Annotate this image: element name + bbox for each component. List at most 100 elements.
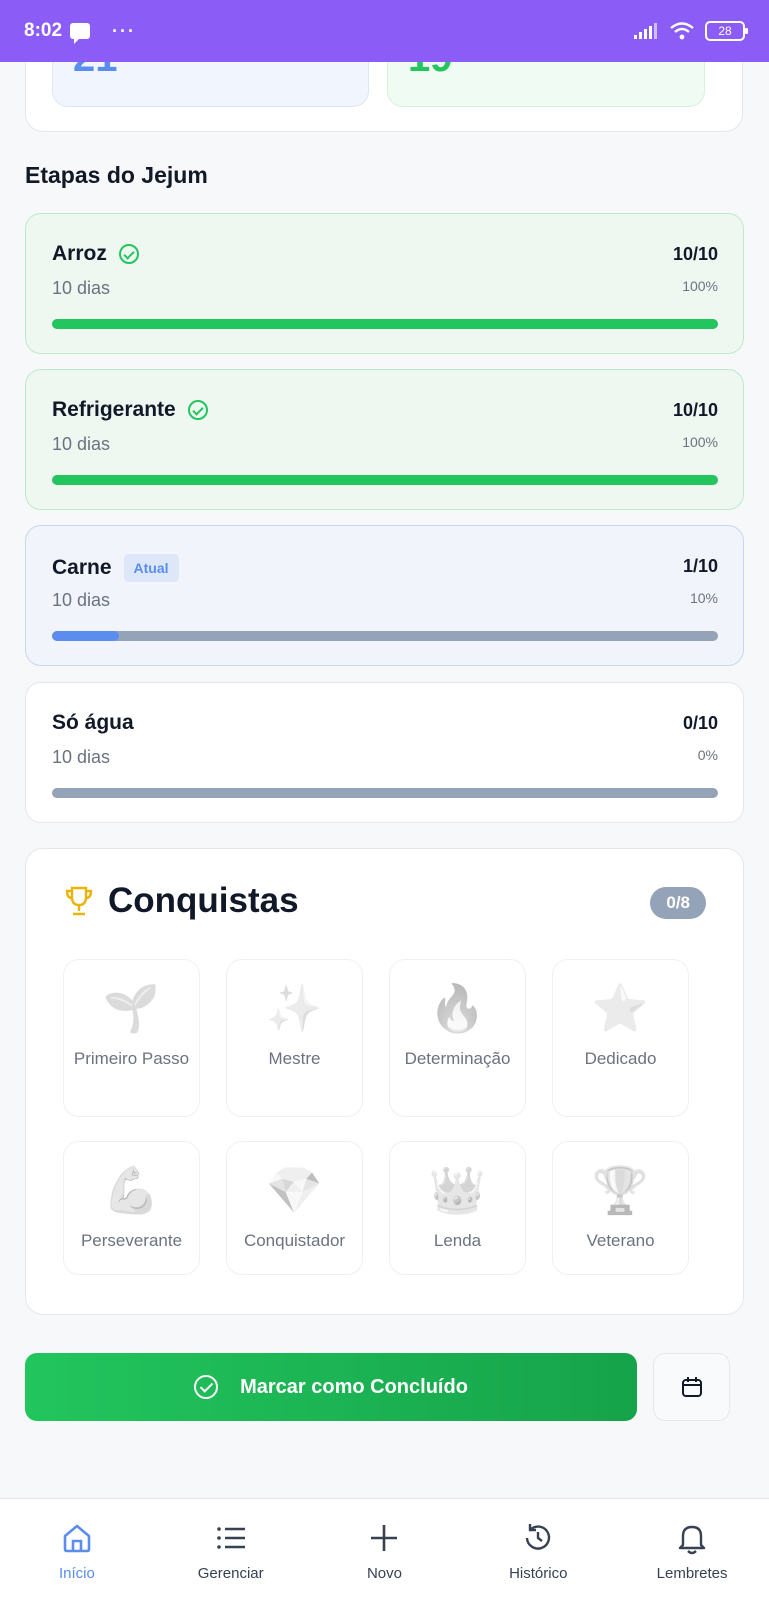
sparkles-icon: ✨ (265, 982, 324, 1034)
calendar-icon (681, 1377, 702, 1397)
stage-days: 10 dias (52, 747, 111, 767)
achievements-grid: 🌱 Primeiro Passo ✨ Mestre 🔥 Determinação… (63, 959, 691, 1275)
achievement-label: Conquistador (243, 1231, 346, 1250)
nav-item-historico[interactable]: Histórico (468, 1499, 608, 1600)
stage-name: Arroz (52, 242, 107, 265)
progress-bar (52, 788, 718, 798)
stage-percent: 100% (682, 434, 718, 450)
stage-count: 10/10 (672, 244, 718, 264)
nav-label: Início (58, 1565, 95, 1582)
stage-count: 10/10 (672, 400, 718, 420)
message-icon (70, 23, 91, 44)
home-icon (58, 1519, 96, 1557)
stage-card-so-agua[interactable]: Só água 10 dias 0/10 0% (25, 682, 744, 823)
achievement-label: Primeiro Passo (73, 1049, 190, 1068)
nav-label: Gerenciar (197, 1565, 264, 1582)
calendar-button[interactable] (653, 1353, 730, 1421)
stage-name-row: Só água (52, 711, 134, 735)
achievement-label: Determinação (404, 1049, 511, 1068)
achievement-determinacao[interactable]: 🔥 Determinação (389, 959, 526, 1117)
seedling-icon: 🌱 (102, 982, 161, 1034)
stage-card-carne[interactable]: Carne Atual 10 dias 1/10 10% (25, 525, 744, 666)
list-icon (212, 1519, 250, 1557)
progress-bar (52, 475, 718, 485)
achievement-label: Perseverante (80, 1231, 183, 1250)
achievements-header: Conquistas (64, 881, 299, 921)
trophy-icon (65, 886, 93, 916)
achievements-card: Conquistas 0/8 🌱 Primeiro Passo ✨ Mestre… (25, 848, 744, 1315)
muscle-icon: 💪 (102, 1164, 161, 1216)
main-scroll[interactable]: 21 19 Etapas do Jejum Arroz 10 dias 10/1… (0, 62, 769, 1498)
progress-fill (52, 319, 718, 329)
check-circle-icon (118, 244, 139, 264)
stat-value: 21 (73, 62, 118, 81)
stage-days: 10 dias (52, 590, 111, 610)
stage-name: Refrigerante (52, 398, 176, 421)
plus-icon (365, 1519, 403, 1557)
stage-name: Carne (52, 556, 112, 579)
mark-complete-label: Marcar como Concluído (240, 1375, 468, 1398)
achievement-veterano[interactable]: 🏆 Veterano (552, 1141, 689, 1275)
stage-name: Só água (52, 711, 134, 734)
stage-percent: 100% (682, 278, 718, 294)
nav-item-gerenciar[interactable]: Gerenciar (161, 1499, 301, 1600)
status-time: 8:02 (24, 20, 63, 41)
stage-count: 0/10 (682, 713, 718, 733)
stats-card: 21 19 (25, 62, 743, 132)
stage-card-arroz[interactable]: Arroz 10 dias 10/10 100% (25, 213, 744, 354)
stat-box-completed: 21 (52, 62, 369, 107)
stage-name-row: Arroz (52, 242, 139, 266)
stage-days: 10 dias (52, 278, 111, 298)
fire-icon: 🔥 (428, 982, 487, 1034)
stage-name-row: Carne Atual (52, 554, 179, 582)
stage-count: 1/10 (682, 556, 718, 576)
nav-label: Histórico (509, 1565, 568, 1582)
history-icon (519, 1519, 557, 1557)
check-circle-icon (194, 1375, 219, 1399)
achievement-label: Veterano (586, 1231, 655, 1250)
current-badge: Atual (123, 554, 179, 582)
nav-item-lembretes[interactable]: Lembretes (622, 1499, 762, 1600)
section-title: Etapas do Jejum (25, 162, 208, 188)
battery-level: 28 (718, 24, 732, 38)
more-notifications-icon: ··· (112, 20, 137, 41)
progress-fill (52, 631, 119, 641)
stage-percent: 0% (697, 747, 718, 763)
achievements-title: Conquistas (108, 881, 299, 920)
crown-icon: 👑 (428, 1164, 487, 1216)
check-circle-icon (187, 400, 208, 420)
mark-complete-button[interactable]: Marcar como Concluído (25, 1353, 637, 1421)
achievement-label: Mestre (268, 1049, 321, 1068)
stage-days: 10 dias (52, 434, 111, 454)
achievement-dedicado[interactable]: ⭐ Dedicado (552, 959, 689, 1117)
stat-value: 19 (408, 62, 453, 81)
progress-fill (52, 475, 718, 485)
diamond-icon: 💎 (265, 1164, 324, 1216)
nav-item-inicio[interactable]: Início (7, 1499, 147, 1600)
nav-item-novo[interactable]: Novo (314, 1499, 454, 1600)
battery-icon: 28 (705, 21, 748, 41)
achievement-perseverante[interactable]: 💪 Perseverante (63, 1141, 200, 1275)
nav-label: Novo (366, 1565, 402, 1582)
trophy-cup-icon: 🏆 (591, 1164, 650, 1216)
achievement-mestre[interactable]: ✨ Mestre (226, 959, 363, 1117)
bottom-nav: Início Gerenciar Novo Histórico Lembrete… (0, 1498, 769, 1600)
achievements-count-badge: 0/8 (650, 887, 706, 919)
progress-bar (52, 319, 718, 329)
stage-percent: 10% (689, 590, 718, 606)
status-bar: 8:02 ··· 28 (0, 0, 769, 62)
achievement-label: Lenda (433, 1231, 482, 1250)
stage-card-refrigerante[interactable]: Refrigerante 10 dias 10/10 100% (25, 369, 744, 510)
wifi-icon (670, 22, 694, 40)
achievement-lenda[interactable]: 👑 Lenda (389, 1141, 526, 1275)
achievement-label: Dedicado (584, 1049, 657, 1068)
signal-icon (634, 23, 657, 39)
stat-box-remaining: 19 (387, 62, 705, 107)
achievement-conquistador[interactable]: 💎 Conquistador (226, 1141, 363, 1275)
stage-name-row: Refrigerante (52, 398, 208, 422)
star-icon: ⭐ (591, 982, 650, 1034)
achievement-primeiro-passo[interactable]: 🌱 Primeiro Passo (63, 959, 200, 1117)
nav-label: Lembretes (656, 1565, 728, 1582)
progress-bar (52, 631, 718, 641)
bell-icon (673, 1519, 711, 1557)
